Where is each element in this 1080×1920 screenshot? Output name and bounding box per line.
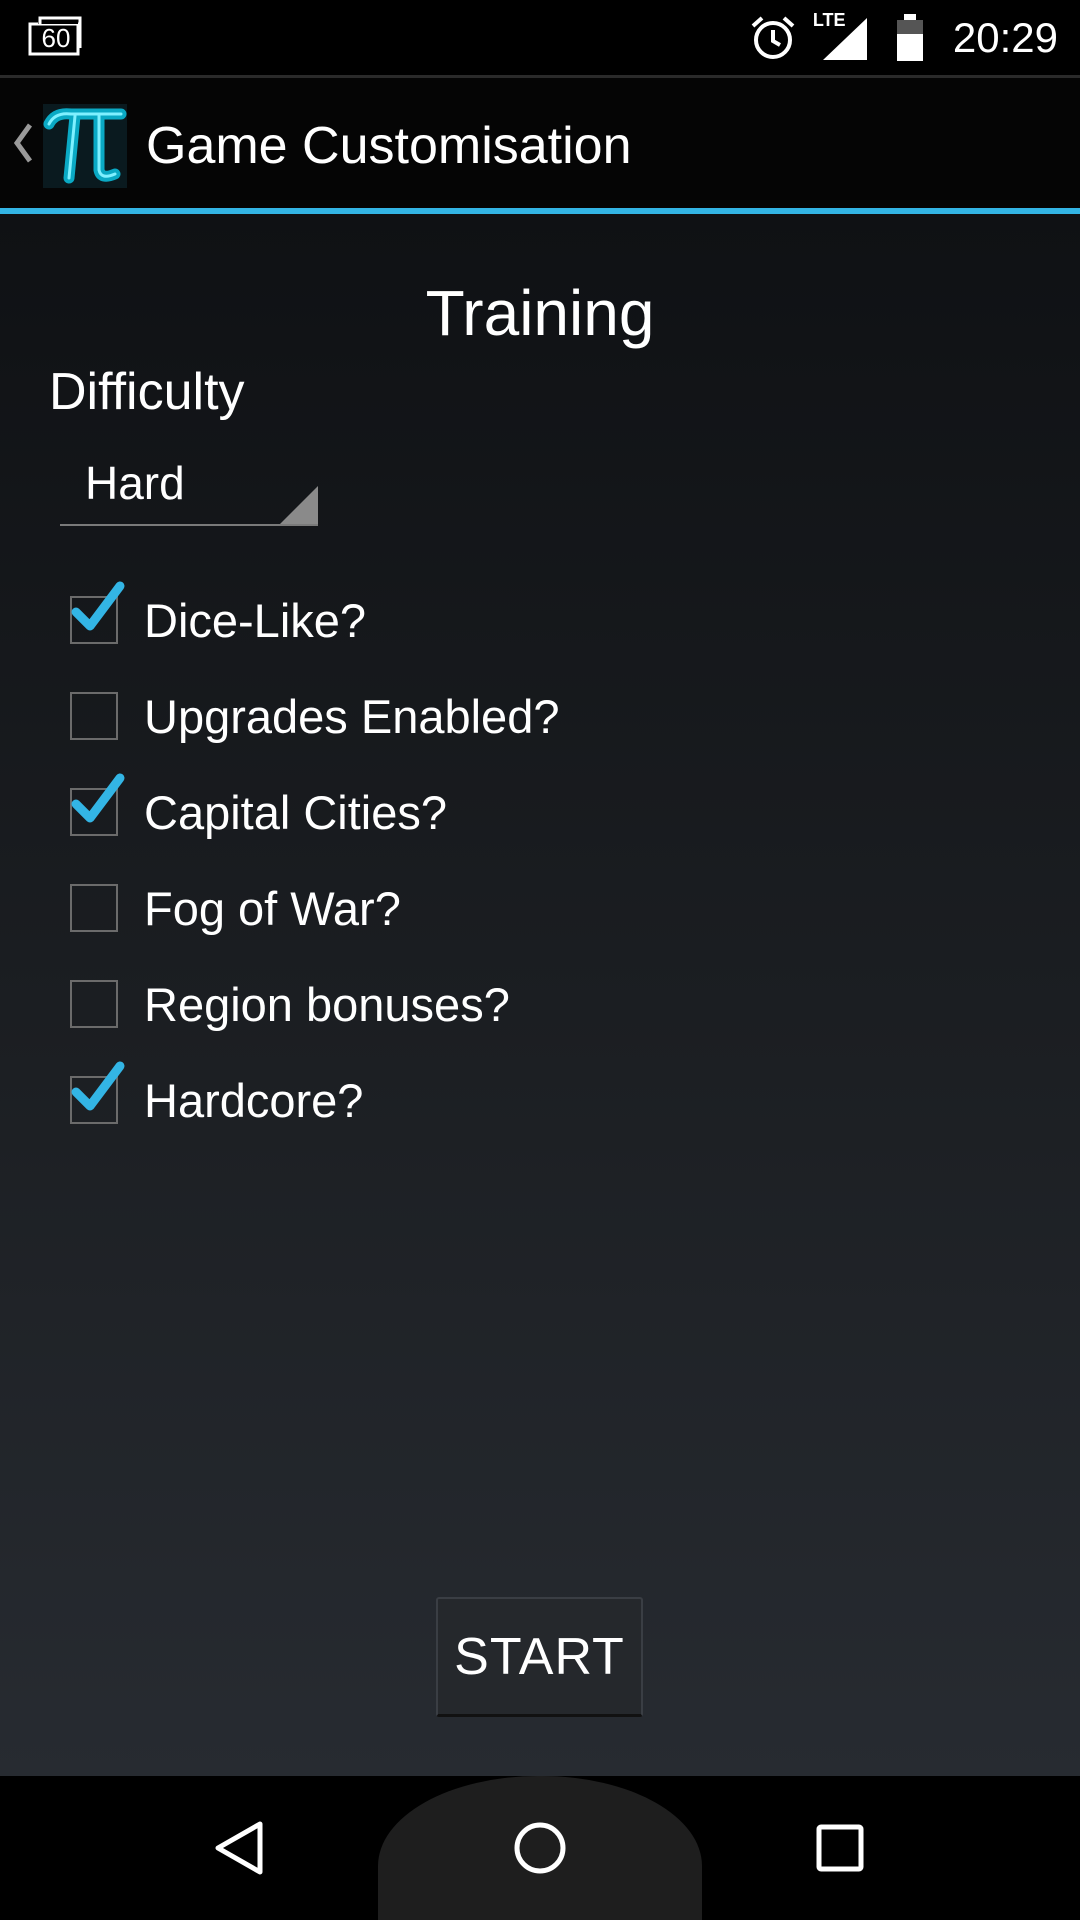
checkbox-checked[interactable]: [70, 581, 125, 644]
up-chevron-icon[interactable]: [12, 123, 34, 163]
svg-text:60: 60: [42, 23, 71, 53]
option-label: Capital Cities?: [144, 785, 448, 839]
checkbox-checked[interactable]: [70, 1061, 125, 1124]
alarm-icon: [751, 16, 795, 59]
option-label: Dice-Like?: [144, 593, 367, 647]
status-bar: 60 LTE 20:29: [0, 0, 1080, 78]
option-label: Hardcore?: [144, 1073, 364, 1127]
action-bar: Game Customisation: [0, 78, 1080, 214]
checkbox-checked[interactable]: [70, 773, 125, 836]
option-label: Fog of War?: [144, 881, 401, 935]
option-row[interactable]: Hardcore?: [70, 1060, 363, 1140]
notification-icon: 60: [28, 16, 82, 56]
difficulty-spinner[interactable]: Hard: [60, 440, 318, 526]
start-button[interactable]: START: [436, 1597, 643, 1717]
customisation-panel: Training Difficulty Hard Dice-Like? Upgra…: [0, 214, 1080, 1776]
back-icon: [215, 1821, 263, 1875]
app-logo[interactable]: [43, 104, 127, 188]
dropdown-arrow-icon: [280, 486, 318, 524]
status-icons: LTE 20:29: [749, 0, 1058, 75]
screen-title: Game Customisation: [146, 117, 632, 175]
option-row[interactable]: Capital Cities?: [70, 772, 447, 852]
nav-recents-button[interactable]: [780, 1776, 900, 1920]
option-label: Region bonuses?: [144, 977, 510, 1031]
mode-title: Training: [425, 277, 655, 349]
checkmark-icon: [71, 773, 125, 823]
navigation-bar: [0, 1776, 1080, 1920]
battery-icon: [896, 13, 923, 61]
checkmark-icon: [71, 581, 125, 631]
checkmark-icon: [71, 1061, 125, 1111]
checkbox-unchecked[interactable]: [70, 884, 118, 932]
checkbox-unchecked[interactable]: [70, 692, 118, 740]
nav-home-button[interactable]: [480, 1776, 600, 1920]
network-type-label: LTE: [812, 9, 846, 30]
checkbox-unchecked[interactable]: [70, 980, 118, 1028]
clock: 20:29: [952, 13, 1058, 61]
pi-icon: [43, 104, 127, 188]
home-icon: [514, 1822, 566, 1874]
difficulty-label: Difficulty: [49, 363, 245, 421]
recents-icon: [816, 1824, 864, 1872]
nav-back-button[interactable]: [180, 1776, 300, 1920]
option-row[interactable]: Fog of War?: [70, 868, 401, 948]
lte-signal: LTE: [813, 10, 869, 62]
notification-badge: 60: [28, 14, 84, 63]
option-label: Upgrades Enabled?: [144, 689, 560, 743]
difficulty-value: Hard: [85, 457, 185, 509]
option-row[interactable]: Upgrades Enabled?: [70, 676, 559, 756]
option-row[interactable]: Dice-Like?: [70, 580, 366, 660]
option-row[interactable]: Region bonuses?: [70, 964, 510, 1044]
